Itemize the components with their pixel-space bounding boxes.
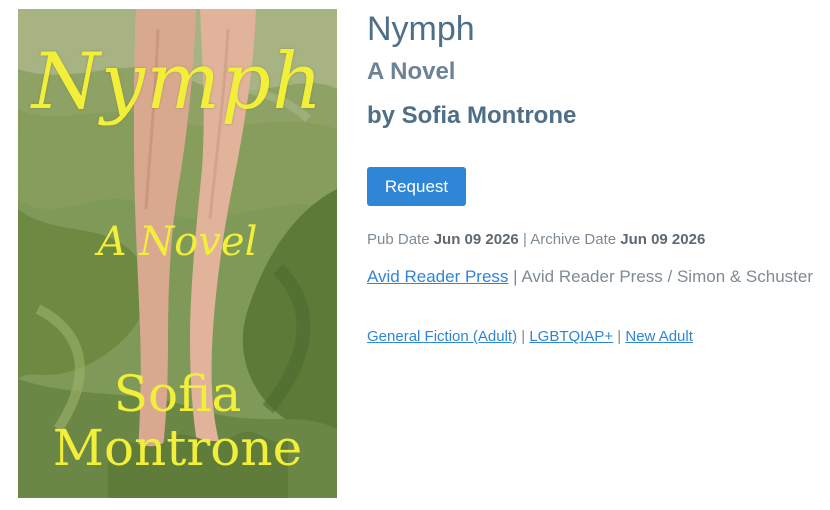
book-author: by Sofia Montrone	[367, 102, 577, 129]
book-subtitle: A Novel	[367, 58, 456, 85]
category-separator: |	[521, 328, 526, 345]
publisher-full-name: Avid Reader Press / Simon & Schuster	[521, 267, 814, 286]
category-link-new-adult[interactable]: New Adult	[625, 328, 693, 345]
archive-date-value: Jun 09 2026	[620, 231, 706, 248]
cover-title-text: Nymph	[31, 37, 324, 127]
category-separator: |	[617, 328, 622, 345]
pub-date-value: Jun 09 2026	[433, 231, 519, 248]
book-title: Nymph	[367, 10, 475, 48]
category-link-lgbtqiap[interactable]: LGBTQIAP+	[529, 328, 613, 345]
publisher-info: Avid Reader Press | Avid Reader Press / …	[367, 267, 813, 287]
archive-date-label: Archive Date	[530, 231, 617, 248]
cover-subtitle-text: A Novel	[97, 219, 258, 265]
pub-date-label: Pub Date	[367, 231, 430, 248]
request-button[interactable]: Request	[367, 167, 466, 206]
publisher-imprint-link[interactable]: Avid Reader Press	[367, 267, 508, 286]
publisher-separator: |	[513, 267, 518, 286]
cover-author-first-name: Sofia	[113, 365, 242, 423]
cover-author-last-name: Montrone	[52, 419, 303, 477]
date-info: Pub Date Jun 09 2026 | Archive Date Jun …	[367, 231, 705, 248]
category-links: General Fiction (Adult) | LGBTQIAP+ | Ne…	[367, 328, 693, 345]
book-detail-page: Nymph A Novel Sofia Montrone Nymph A Nov…	[0, 0, 830, 510]
book-cover-image[interactable]: Nymph A Novel Sofia Montrone	[18, 9, 337, 498]
cover-bottom-spacer	[18, 499, 337, 510]
category-link-general-fiction[interactable]: General Fiction (Adult)	[367, 328, 517, 345]
date-separator: |	[522, 231, 527, 248]
